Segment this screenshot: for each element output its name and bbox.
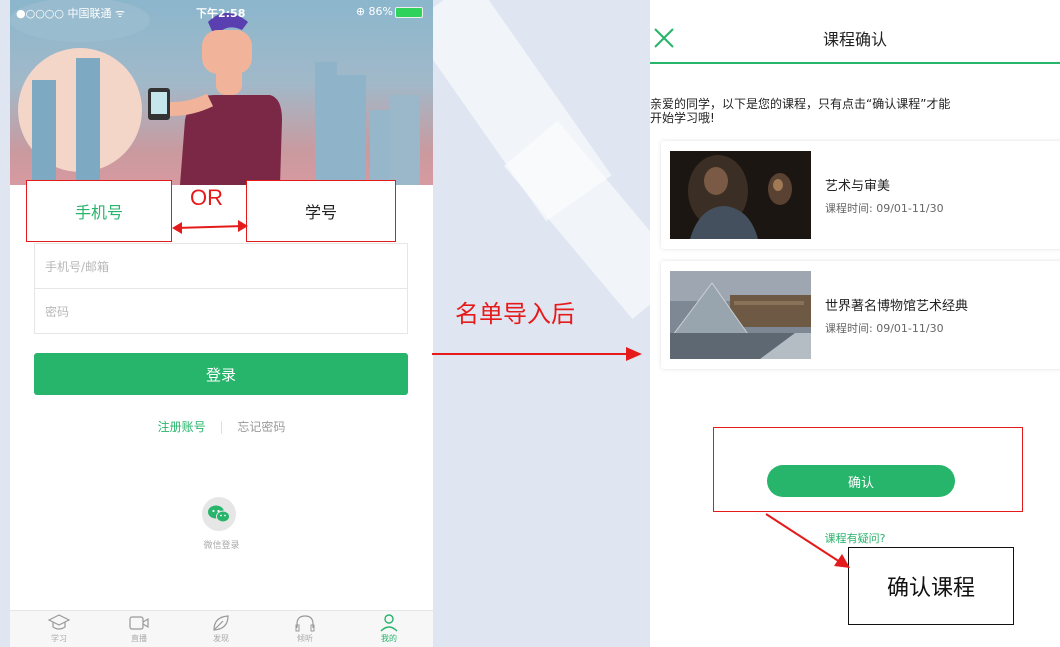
course-time: 课程时间: 09/01-11/30 (825, 322, 944, 335)
link-divider: | (219, 420, 224, 434)
register-link[interactable]: 注册账号 (158, 420, 206, 434)
nav-item-study[interactable]: 学习 (34, 613, 84, 644)
intro-text: 亲爱的同学，以下是您的课程，只有点击“确认课程”才能 开始学习哦! (650, 97, 1060, 125)
nav-header: 课程确认 (650, 10, 1060, 64)
nav-item-discover[interactable]: 发现 (196, 613, 246, 644)
course-card[interactable]: 世界著名博物馆艺术经典 课程时间: 09/01-11/30 (661, 261, 1060, 369)
page-title: 课程确认 (822, 30, 887, 49)
login-button[interactable]: 登录 (34, 353, 408, 395)
course-thumbnail (670, 271, 811, 359)
callout-arrow-icon (765, 513, 850, 568)
hero-illustration (10, 0, 433, 185)
status-bar: ●○○○○ 中国联通 ᯤ 下午2:58 ⊕ 86% (10, 0, 433, 22)
wechat-login-label: 微信登录 (203, 541, 240, 551)
video-icon (129, 616, 149, 630)
graduation-cap-icon (47, 614, 71, 630)
nav-item-listen[interactable]: 倾听 (280, 613, 330, 644)
bottom-navigation: 学习 直播 发现 倾听 我的 (10, 610, 433, 647)
nav-label: 发现 (213, 634, 229, 643)
nav-label: 倾听 (297, 634, 313, 643)
password-input[interactable]: 密码 (34, 288, 408, 334)
leaf-icon (213, 615, 229, 631)
account-input[interactable]: 手机号/邮箱 (34, 243, 408, 289)
battery-icon (395, 6, 423, 18)
course-thumbnail (670, 151, 811, 239)
password-placeholder: 密码 (45, 305, 70, 319)
intro-line: 开始学习哦! (650, 111, 715, 125)
wechat-login-button[interactable] (202, 497, 236, 531)
course-time: 课程时间: 09/01-11/30 (825, 202, 944, 215)
battery-indicator: ⊕ 86% (356, 5, 423, 18)
course-question-link[interactable]: 课程有疑问? (650, 530, 1060, 546)
account-links: 注册账号 | 忘记密码 (10, 418, 433, 435)
login-screen: ●○○○○ 中国联通 ᯤ 下午2:58 ⊕ 86% 手机号/邮箱 密码 登录 注… (10, 0, 433, 647)
intro-line: 亲爱的同学，以下是您的课程，只有点击“确认课程”才能 (650, 97, 951, 111)
course-confirm-screen: 课程确认 亲爱的同学，以下是您的课程，只有点击“确认课程”才能 开始学习哦! 艺… (650, 0, 1060, 647)
or-annotation: OR (190, 185, 223, 210)
course-card[interactable]: 艺术与审美 课程时间: 09/01-11/30 (661, 141, 1060, 249)
confirm-course-callout: 确认课程 (848, 547, 1014, 625)
right-arrow-icon (432, 347, 642, 361)
nav-label: 直播 (131, 634, 147, 643)
account-placeholder: 手机号/邮箱 (45, 260, 110, 274)
course-name: 艺术与审美 (825, 179, 891, 194)
clock: 下午2:58 (196, 7, 246, 20)
nav-label: 我的 (381, 634, 397, 643)
nav-label: 学习 (51, 634, 67, 643)
transition-label: 名单导入后 (455, 300, 575, 328)
tab-student-id[interactable]: 学号 (246, 180, 396, 242)
person-icon (380, 614, 398, 632)
nav-item-mine[interactable]: 我的 (364, 613, 414, 644)
double-arrow-icon (172, 220, 248, 234)
confirm-button[interactable]: 确认 (767, 465, 955, 497)
carrier-label: ●○○○○ 中国联通 ᯤ (16, 7, 126, 20)
wechat-icon (208, 505, 230, 523)
forgot-password-link[interactable]: 忘记密码 (237, 420, 285, 434)
course-name: 世界著名博物馆艺术经典 (825, 299, 969, 314)
headphones-icon (295, 615, 315, 632)
nav-item-live[interactable]: 直播 (114, 613, 164, 644)
tab-phone-number[interactable]: 手机号 (26, 180, 172, 242)
